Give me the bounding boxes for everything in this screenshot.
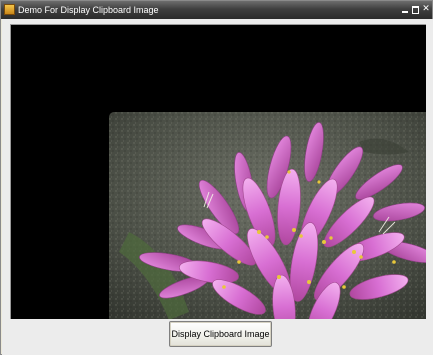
minimize-icon	[402, 11, 408, 13]
app-window: Demo For Display Clipboard Image ✕ Displ…	[0, 0, 433, 355]
app-icon	[4, 4, 15, 15]
title-bar[interactable]: Demo For Display Clipboard Image ✕	[1, 1, 432, 19]
client-area: Display Clipboard Image	[2, 19, 433, 355]
window-title: Demo For Display Clipboard Image	[18, 5, 159, 15]
display-clipboard-image-button[interactable]: Display Clipboard Image	[169, 321, 272, 347]
flower-photo	[109, 112, 426, 319]
maximize-icon	[411, 6, 419, 14]
maximize-button[interactable]	[410, 4, 420, 15]
close-icon: ✕	[422, 4, 430, 14]
picture-box	[10, 24, 426, 319]
clipboard-image	[109, 112, 426, 319]
minimize-button[interactable]	[400, 4, 410, 15]
close-button[interactable]: ✕	[421, 4, 431, 15]
